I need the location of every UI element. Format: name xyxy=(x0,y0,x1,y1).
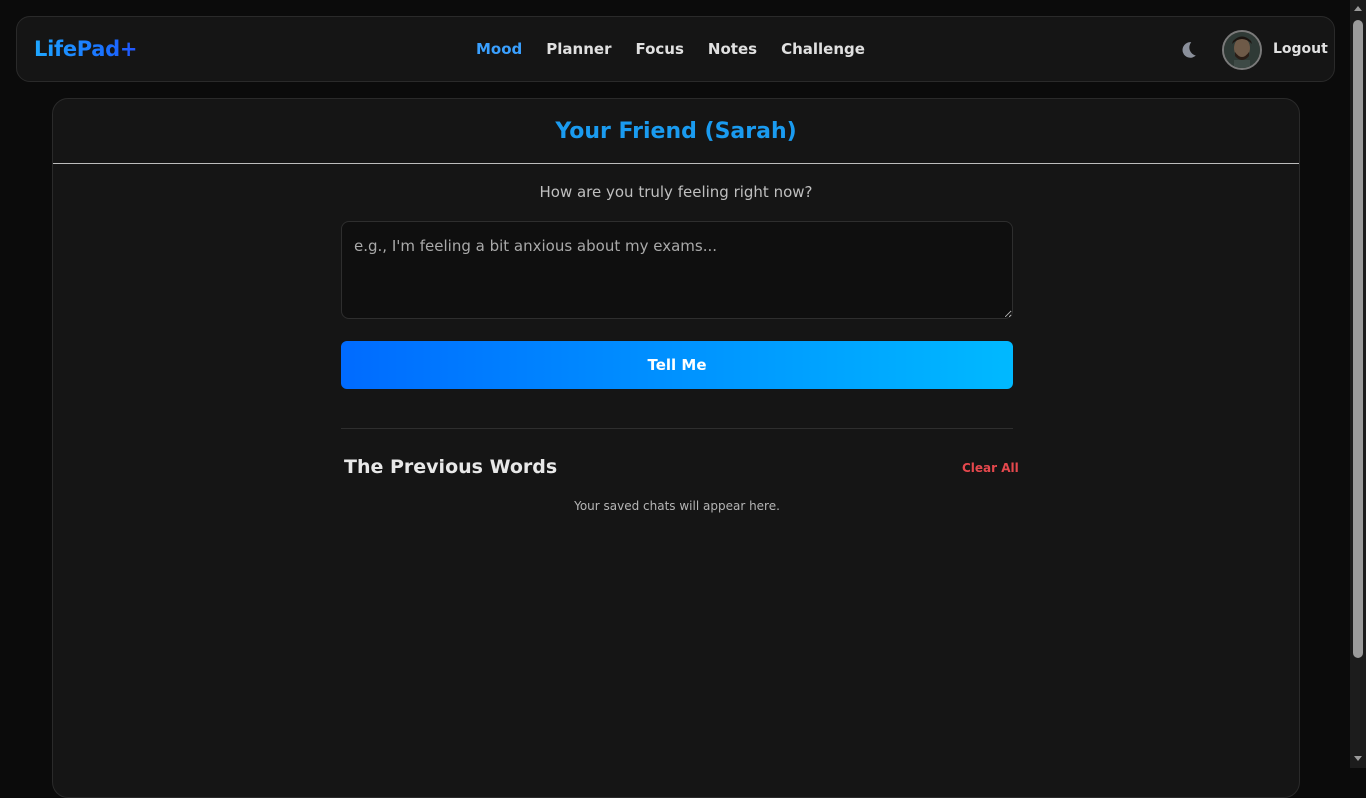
brand-logo[interactable]: LifePad+ xyxy=(34,37,137,61)
clear-all-button[interactable]: Clear All xyxy=(962,461,1019,475)
user-avatar[interactable] xyxy=(1222,30,1262,70)
mood-input[interactable] xyxy=(341,221,1013,319)
nav-item-notes[interactable]: Notes xyxy=(708,40,757,58)
nav-item-focus[interactable]: Focus xyxy=(635,40,683,58)
top-navbar: LifePad+ Mood Planner Focus Notes Challe… xyxy=(16,16,1335,82)
scroll-down-arrow-icon[interactable] xyxy=(1354,756,1362,761)
history-title: The Previous Words xyxy=(344,456,558,478)
moon-icon[interactable] xyxy=(1177,39,1199,61)
tell-me-button[interactable]: Tell Me xyxy=(341,341,1013,389)
main-nav: Mood Planner Focus Notes Challenge xyxy=(476,40,865,58)
card-header: Your Friend (Sarah) xyxy=(53,99,1299,164)
section-divider xyxy=(341,428,1013,429)
logout-button[interactable]: Logout xyxy=(1273,41,1328,57)
history-empty-state: Your saved chats will appear here. xyxy=(574,499,780,513)
scrollbar-thumb[interactable] xyxy=(1353,20,1363,658)
mood-prompt: How are you truly feeling right now? xyxy=(539,183,813,201)
nav-item-challenge[interactable]: Challenge xyxy=(781,40,865,58)
nav-item-planner[interactable]: Planner xyxy=(546,40,611,58)
nav-item-mood[interactable]: Mood xyxy=(476,40,522,58)
scroll-up-arrow-icon[interactable] xyxy=(1354,6,1362,11)
page-title: Your Friend (Sarah) xyxy=(555,119,797,144)
mood-card: Your Friend (Sarah) How are you truly fe… xyxy=(52,98,1300,798)
page-scrollbar[interactable] xyxy=(1350,0,1366,768)
